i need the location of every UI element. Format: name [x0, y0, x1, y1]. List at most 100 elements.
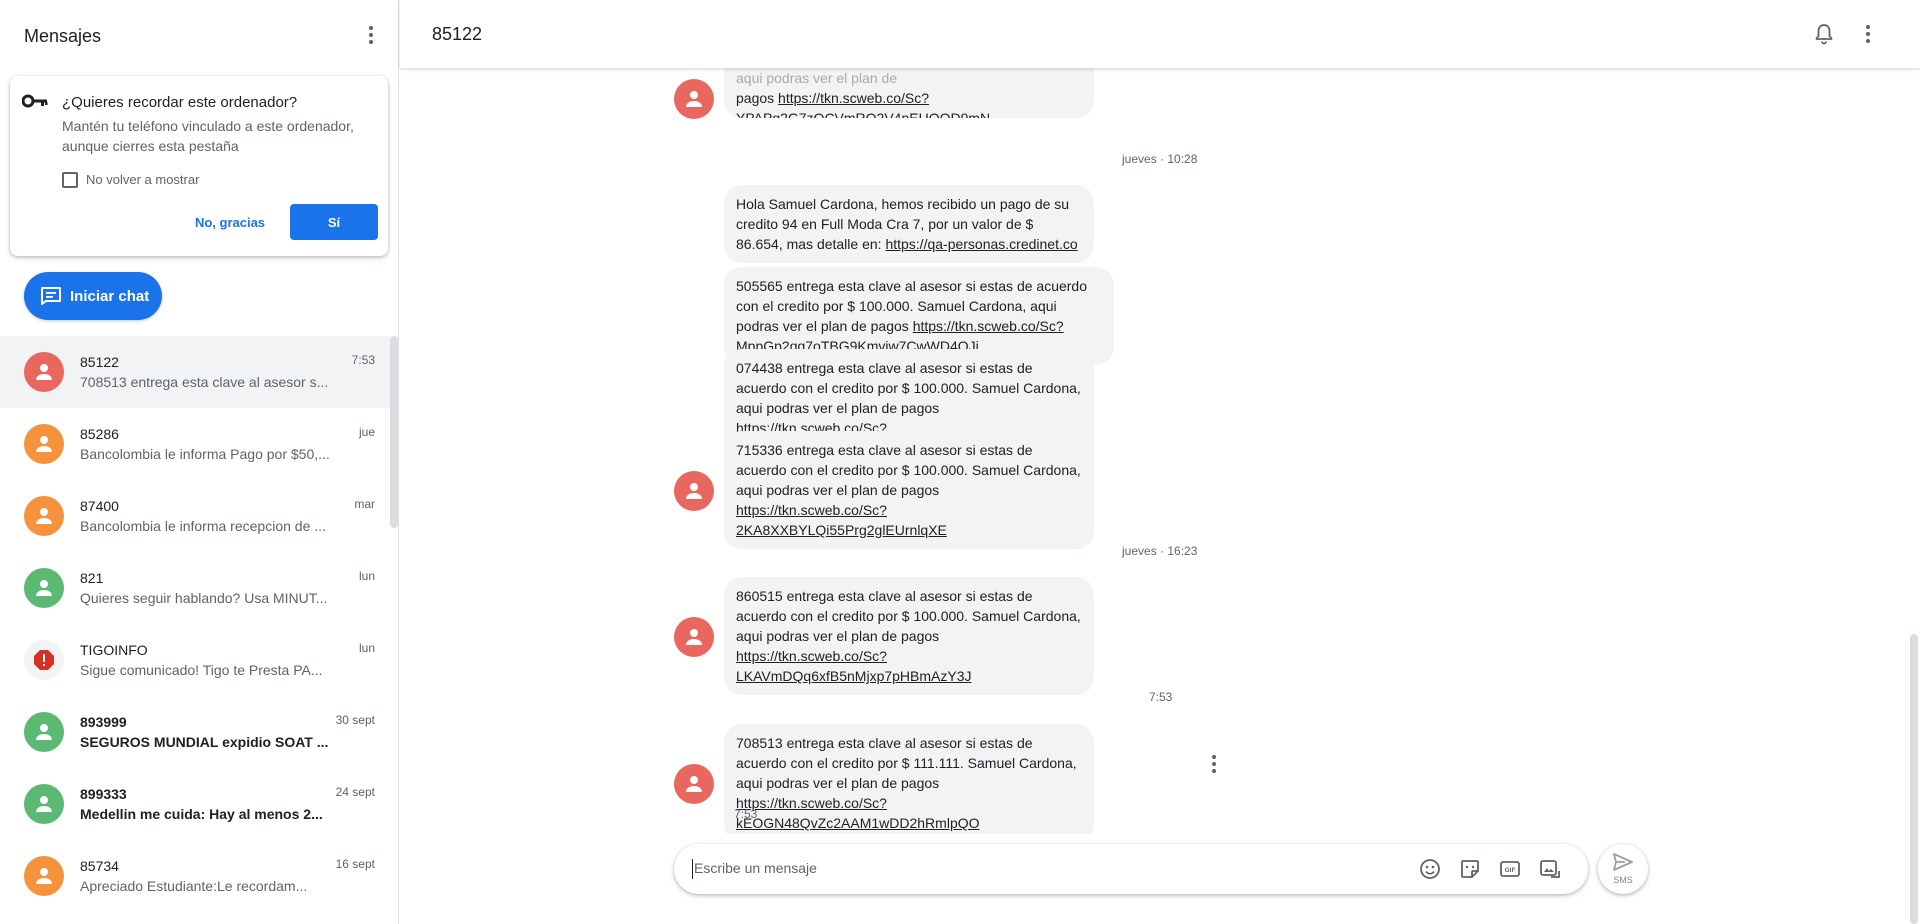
message-text: pagos [736, 90, 779, 106]
thread-scrollbar[interactable] [1910, 634, 1918, 924]
conversation-avatar [24, 640, 64, 680]
app-title: Mensajes [24, 26, 102, 46]
message-text: 715336 entrega esta clave al asesor si e… [736, 442, 1081, 498]
message-link[interactable]: https://tkn.scweb.co/Sc?LKAVmDQq6xfB5nMj… [736, 648, 972, 684]
message-composer[interactable]: Escribe un mensaje GIF [674, 844, 1588, 894]
person-icon [686, 91, 702, 107]
conversation-name: 899333 [80, 786, 127, 802]
start-chat-button[interactable]: Iniciar chat [24, 272, 162, 320]
send-type-label: SMS [1613, 875, 1633, 885]
conversation-item[interactable]: 87400 Bancolombia le informa recepcion de… [0, 480, 390, 552]
conversation-name: 821 [80, 570, 104, 586]
conversation-name: 893999 [80, 714, 127, 730]
message-text: 860515 entrega esta clave al asesor si e… [736, 588, 1081, 644]
message-text: 708513 entrega esta clave al asesor si e… [736, 735, 1077, 791]
dont-show-again-checkbox[interactable] [62, 172, 78, 188]
card-description: Mantén tu teléfono vinculado a este orde… [62, 118, 354, 154]
message-link[interactable]: https://qa-personas.credinet.co [885, 236, 1077, 252]
more-options-icon[interactable] [359, 23, 383, 47]
conversation-time: lun [358, 569, 375, 583]
message-options-icon[interactable] [1202, 752, 1226, 776]
message-bubble: 715336 entrega esta clave al asesor si e… [724, 431, 1094, 549]
conversation-snippet: Bancolombia le informa recepcion de ... [80, 518, 326, 534]
conversation-snippet: Medellin me cuida: Hay al menos 2... [80, 806, 323, 822]
conversation-options-icon[interactable] [1856, 22, 1880, 46]
person-icon [686, 776, 702, 792]
message-link[interactable]: https://tkn.scweb.co/Sc?kEOGN48QvZc2AAM1… [736, 795, 980, 831]
conversation-title: 85122 [432, 24, 483, 44]
contact-avatar [674, 471, 714, 511]
conversation-snippet: Quieres seguir hablando? Usa MINUT... [80, 590, 328, 606]
conversation-avatar [24, 352, 64, 392]
conversation-avatar [24, 856, 64, 896]
person-icon [36, 508, 52, 524]
notifications-bell-icon[interactable] [1812, 22, 1836, 46]
attach-media-icon[interactable] [1538, 857, 1562, 881]
person-icon [36, 724, 52, 740]
message-link[interactable]: https://tkn.scweb.co/Sc?2KA8XXBYLQi55Prg… [736, 502, 947, 538]
person-icon [36, 796, 52, 812]
conversation-item[interactable]: 85286 Bancolombia le informa Pago por $50… [0, 408, 390, 480]
conversation-item[interactable]: 85122 708513 entrega esta clave al asesor… [0, 336, 390, 408]
conversation-time: lun [358, 641, 375, 655]
conversation-item[interactable]: 821 Quieres seguir hablando? Usa MINUT...… [0, 552, 390, 624]
timestamp-divider: 7:53 [1149, 690, 1173, 704]
text-cursor [692, 859, 693, 879]
conversation-name: 85286 [80, 426, 119, 442]
message-thread: 855324 entrega esta clave al asesor si e… [400, 0, 1920, 834]
conversation-item[interactable]: TIGOINFO Sigue comunicado! Tigo te Presta… [0, 624, 390, 696]
conversation-avatar [24, 424, 64, 464]
conversation-avatar [24, 568, 64, 608]
yes-button[interactable]: Sí [290, 204, 378, 240]
contact-avatar [674, 79, 714, 119]
conversation-item[interactable]: 899333 Medellin me cuida: Hay al menos 2.… [0, 768, 390, 840]
conversation-time: mar [354, 497, 375, 511]
conversation-time: 30 sept [335, 713, 375, 727]
send-button[interactable]: SMS [1598, 844, 1648, 894]
emoji-icon[interactable] [1418, 857, 1442, 881]
conversation-avatar [24, 784, 64, 824]
person-icon [686, 629, 702, 645]
contact-avatar [674, 617, 714, 657]
conversation-time: jue [358, 425, 375, 439]
conversation-snippet: Sigue comunicado! Tigo te Presta PA... [80, 662, 323, 678]
conversation-name: 87400 [80, 498, 119, 514]
person-icon [36, 580, 52, 596]
message-bubble: Hola Samuel Cardona, hemos recibido un p… [724, 185, 1094, 263]
conversation-time: 24 sept [335, 785, 375, 799]
conversation-avatar [24, 496, 64, 536]
svg-text:GIF: GIF [1505, 867, 1516, 874]
conversation-list: 85122 708513 entrega esta clave al asesor… [0, 336, 390, 912]
key-icon [22, 94, 48, 108]
conversation-avatar [24, 712, 64, 752]
message-bubble: 860515 entrega esta clave al asesor si e… [724, 577, 1094, 695]
gif-icon[interactable]: GIF [1498, 857, 1522, 881]
conversation-snippet: Bancolombia le informa Pago por $50,... [80, 446, 330, 462]
conversation-item[interactable]: 85734 Apreciado Estudiante:Le recordam...… [0, 840, 390, 912]
conversation-pane: 855324 entrega esta clave al asesor si e… [400, 0, 1920, 924]
sidebar: Mensajes ¿Quieres recordar este ordenado… [0, 0, 399, 924]
messages-app: Mensajes ¿Quieres recordar este ordenado… [0, 0, 1920, 924]
message-text: 074438 entrega esta clave al asesor si e… [736, 360, 1081, 416]
card-title: ¿Quieres recordar este ordenador? [62, 94, 298, 111]
sticker-icon[interactable] [1458, 857, 1482, 881]
message-time: 7:53 [734, 807, 758, 821]
person-icon [36, 868, 52, 884]
conversation-snippet: SEGUROS MUNDIAL expidio SOAT ... [80, 734, 329, 750]
timestamp-divider: jueves · 16:23 [1122, 544, 1198, 558]
contact-avatar [674, 764, 714, 804]
conversation-name: TIGOINFO [80, 642, 148, 658]
conversation-item[interactable]: 893999 SEGUROS MUNDIAL expidio SOAT ... 30… [0, 696, 390, 768]
person-icon [36, 364, 52, 380]
timestamp-divider: jueves · 10:28 [1122, 152, 1198, 166]
person-icon [36, 436, 52, 452]
dont-show-again-label: No volver a mostrar [86, 172, 200, 187]
no-thanks-button[interactable]: No, gracias [180, 204, 280, 240]
send-icon [1613, 853, 1633, 871]
conversation-name: 85734 [80, 858, 119, 874]
message-input[interactable]: Escribe un mensaje [694, 860, 817, 876]
remember-computer-card: ¿Quieres recordar este ordenador? Mantén… [10, 76, 388, 256]
conversation-time: 7:53 [351, 353, 375, 367]
sidebar-scrollbar[interactable] [390, 336, 398, 528]
sidebar-header: Mensajes [0, 0, 398, 72]
